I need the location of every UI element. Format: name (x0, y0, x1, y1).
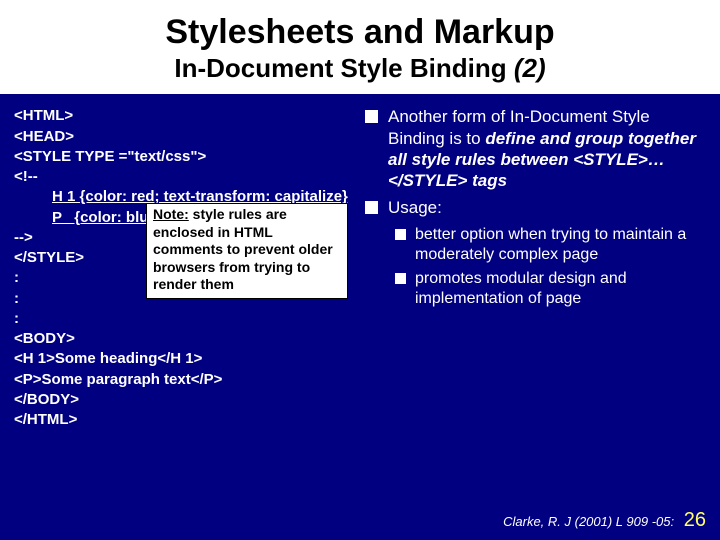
bullet-level2: better option when trying to maintain a … (395, 225, 706, 265)
slide-title: Stylesheets and Markup (20, 14, 700, 51)
citation: Clarke, R. J (2001) L 909 -05: (503, 514, 674, 529)
bullet-level1: Another form of In-Document Style Bindin… (365, 106, 706, 191)
square-bullet-icon (395, 273, 406, 284)
note-callout: Note: style rules are enclosed in HTML c… (146, 203, 348, 299)
bullet-text: promotes modular design and implementati… (415, 269, 706, 309)
bullet-text: Another form of In-Document Style Bindin… (388, 106, 706, 191)
square-bullet-icon (395, 229, 406, 240)
code-line: <!-- (14, 167, 355, 187)
bullet-text: better option when trying to maintain a … (415, 225, 706, 265)
square-bullet-icon (365, 201, 378, 214)
code-line: <HTML> (14, 106, 355, 126)
code-line: <H 1>Some heading</H 1> (14, 349, 355, 369)
code-line: <P>Some paragraph text</P> (14, 370, 355, 390)
code-block: <HTML> <HEAD> <STYLE TYPE ="text/css"> <… (14, 106, 355, 430)
code-line: <HEAD> (14, 127, 355, 147)
note-label: Note: (153, 206, 189, 222)
content-area: <HTML> <HEAD> <STYLE TYPE ="text/css"> <… (0, 94, 720, 442)
subtitle-part-a: In-Document Style Binding (174, 53, 513, 83)
title-block: Stylesheets and Markup In-Document Style… (0, 0, 720, 94)
code-line: </HTML> (14, 410, 355, 430)
bullet-text: Usage: (388, 197, 706, 218)
bullet-level2: promotes modular design and implementati… (395, 269, 706, 309)
slide-subtitle: In-Document Style Binding (2) (20, 53, 700, 84)
code-line: <BODY> (14, 329, 355, 349)
code-line: </BODY> (14, 390, 355, 410)
code-line: <STYLE TYPE ="text/css"> (14, 147, 355, 167)
square-bullet-icon (365, 110, 378, 123)
subtitle-part-b: (2) (514, 53, 546, 83)
slide-footer: Clarke, R. J (2001) L 909 -05: 26 (503, 509, 706, 532)
bullet-list: Another form of In-Document Style Bindin… (365, 106, 706, 430)
page-number: 26 (684, 509, 706, 531)
bullet-level1: Usage: (365, 197, 706, 218)
code-line: : (14, 309, 355, 329)
